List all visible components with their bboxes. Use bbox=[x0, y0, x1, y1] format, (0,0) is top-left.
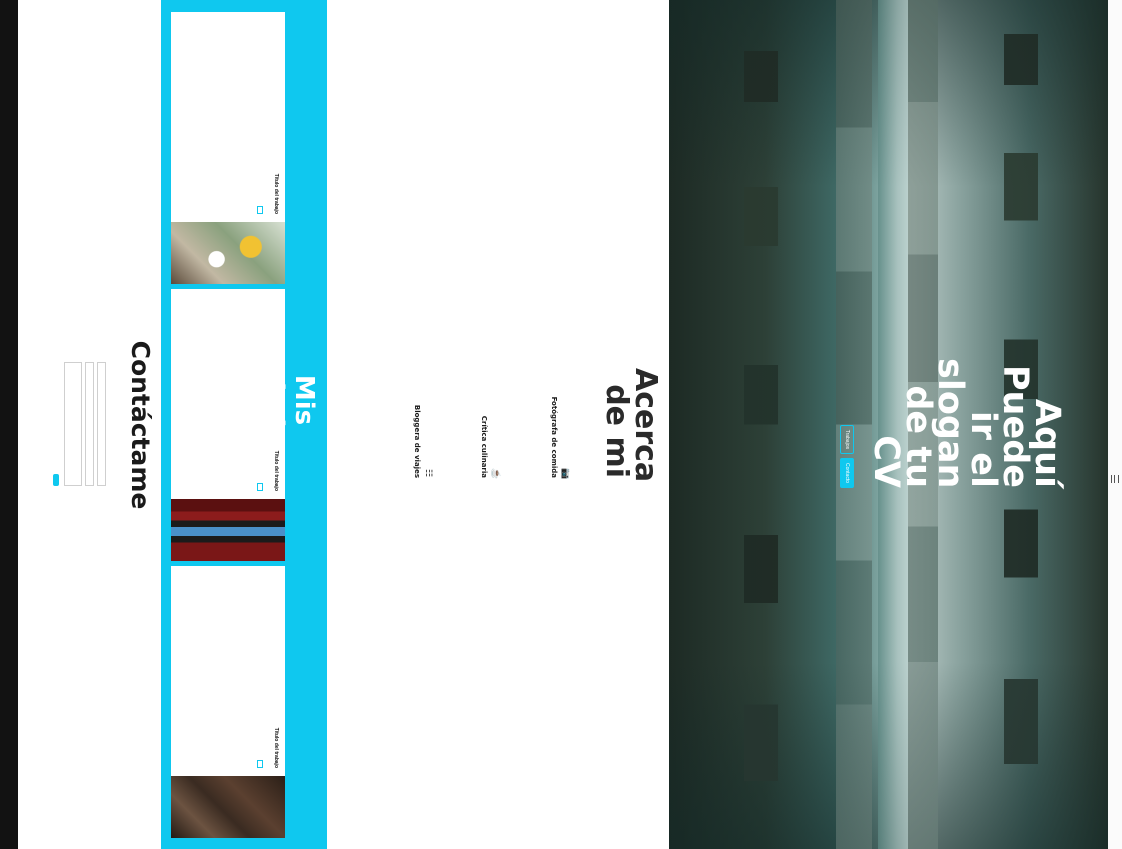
work-image-flowers bbox=[171, 222, 285, 284]
card-link[interactable] bbox=[257, 206, 263, 214]
work-image-desk bbox=[171, 776, 285, 838]
works-button[interactable]: Trabajos bbox=[839, 424, 854, 454]
card-title: Título del trabajo bbox=[273, 727, 279, 768]
footer bbox=[0, 0, 18, 849]
top-navigation-bar bbox=[1108, 0, 1122, 849]
page: Aquí Puede ir el slogan de tu CV Trabajo… bbox=[0, 0, 1122, 849]
service-food-photography: 📷 Fotógrafa de comida bbox=[546, 378, 571, 480]
card-link[interactable] bbox=[257, 760, 263, 768]
card-body: Título del trabajo bbox=[171, 566, 285, 776]
service-travel-blogger: ☷ Bloggera de viajes bbox=[409, 378, 434, 478]
service-culinary-critic: ☕ Crítica culinaria bbox=[476, 378, 501, 480]
works-section: Mis trabajos Título del trabajo Título d… bbox=[161, 0, 327, 849]
card-body: Título del trabajo bbox=[171, 289, 285, 499]
service-title: Fotógrafa de comida bbox=[550, 396, 558, 478]
map-icon: ☷ bbox=[424, 468, 434, 478]
contact-title: Contáctame bbox=[126, 340, 155, 510]
work-card-desk[interactable]: Título del trabajo bbox=[171, 566, 285, 838]
email-field[interactable] bbox=[85, 362, 94, 486]
hero-content: Aquí Puede ir el slogan de tu CV Trabajo… bbox=[839, 358, 1067, 489]
hero-section: Aquí Puede ir el slogan de tu CV Trabajo… bbox=[669, 0, 1108, 849]
submit-button[interactable] bbox=[53, 474, 59, 486]
hero-slogan: Aquí Puede ir el slogan de tu CV bbox=[866, 358, 1067, 489]
contact-section: Contáctame bbox=[18, 0, 161, 849]
screenshot-stage: Aquí Puede ir el slogan de tu CV Trabajo… bbox=[0, 0, 1122, 849]
chef-icon: ☕ bbox=[491, 468, 501, 480]
card-title: Título del trabajo bbox=[273, 173, 279, 214]
hero-background-forest-reflection bbox=[744, 0, 778, 849]
about-title: Acerca de mi bbox=[599, 368, 664, 483]
message-field[interactable] bbox=[64, 362, 82, 486]
card-title: Título del trabajo bbox=[273, 450, 279, 491]
card-body: Título del trabajo bbox=[171, 12, 285, 222]
card-link[interactable] bbox=[257, 483, 263, 491]
about-section: Acerca de mi 📷 Fotógrafa de comida ☕ Crí… bbox=[327, 0, 669, 849]
name-field[interactable] bbox=[97, 362, 106, 486]
work-image-studio bbox=[171, 499, 285, 561]
contact-form bbox=[53, 362, 109, 486]
work-card-flowers[interactable]: Título del trabajo bbox=[171, 12, 285, 284]
hamburger-menu-icon[interactable] bbox=[1111, 475, 1119, 483]
service-title: Crítica culinaria bbox=[480, 415, 488, 478]
camera-icon: 📷 bbox=[561, 468, 571, 480]
contact-button[interactable]: Contacto bbox=[839, 457, 854, 488]
service-title: Bloggera de viajes bbox=[413, 404, 421, 478]
hero-actions: Trabajos Contacto bbox=[839, 358, 854, 488]
work-card-studio[interactable]: Título del trabajo bbox=[171, 289, 285, 561]
